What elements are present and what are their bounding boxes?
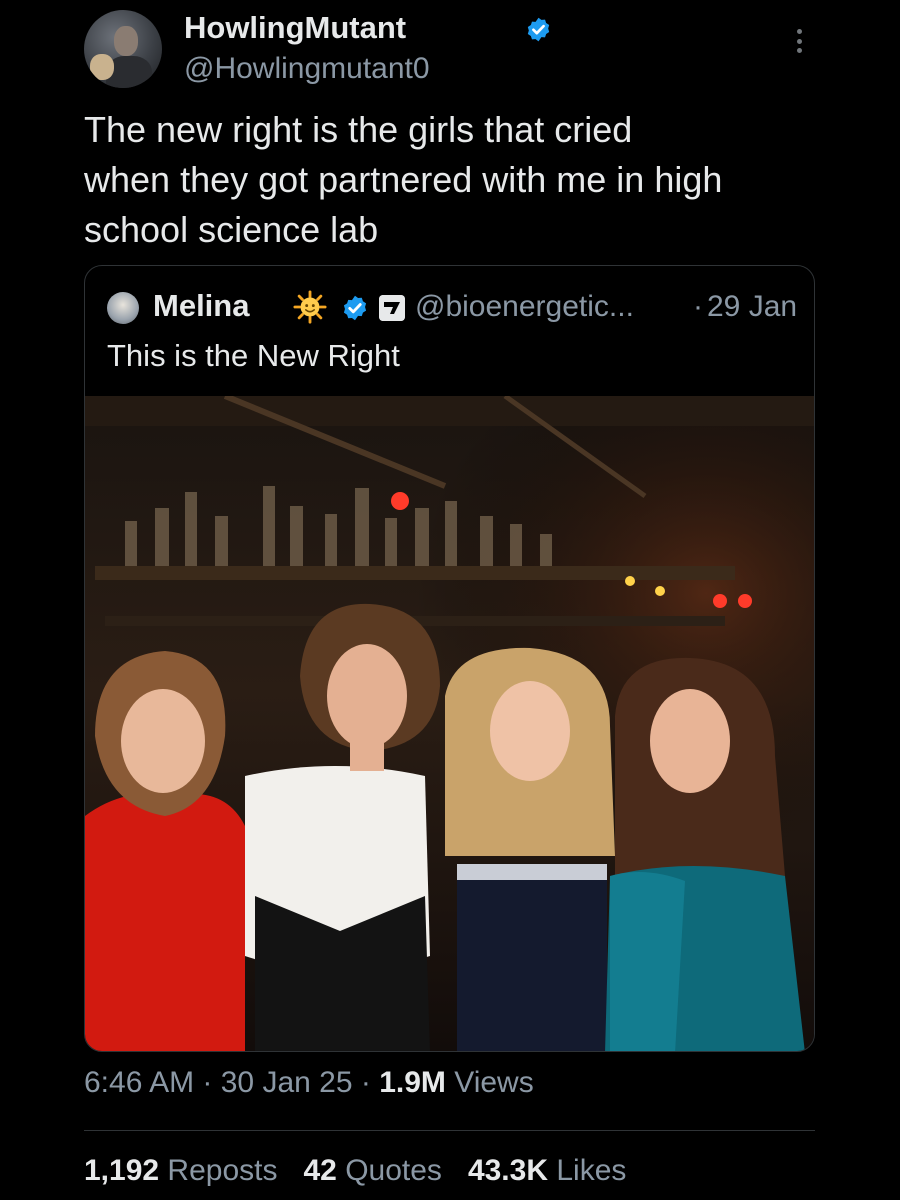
- tweet-meta: 6:46 AM · 30 Jan 25 · 1.9M Views: [84, 1066, 534, 1100]
- photo-image[interactable]: [85, 396, 815, 1052]
- quoted-author-handle[interactable]: @bioenergetic...: [415, 290, 634, 324]
- tweet-time[interactable]: 6:46 AM: [84, 1066, 194, 1099]
- more-options-icon[interactable]: [784, 26, 814, 56]
- separator-dot: ·: [693, 290, 703, 323]
- reposts-count: 1,192: [84, 1154, 160, 1187]
- verified-badge-icon: [343, 295, 367, 321]
- author-handle[interactable]: @Howlingmutant0: [184, 52, 430, 86]
- tweet-date[interactable]: 30 Jan 25: [221, 1066, 353, 1099]
- verified-badge-icon: [527, 17, 550, 42]
- quotes-stat[interactable]: 42 Quotes: [303, 1154, 441, 1188]
- tweet-text-line: when they got partnered with me in high: [84, 159, 723, 200]
- engagement-stats: 1,192 Reposts 42 Quotes 43.3K Likes: [84, 1154, 626, 1188]
- author-display-name[interactable]: HowlingMutant: [184, 10, 406, 46]
- quotes-label: Quotes: [345, 1154, 442, 1187]
- tweet-text-line: school science lab: [84, 209, 379, 250]
- views-label: Views: [445, 1066, 534, 1099]
- tweet-header: HowlingMutant @Howlingmutant0: [84, 8, 824, 88]
- sun-emoji-icon: [293, 290, 327, 324]
- quoted-author-avatar[interactable]: [107, 292, 139, 324]
- quoted-tweet-text: This is the New Right: [107, 338, 400, 373]
- likes-label: Likes: [556, 1154, 627, 1187]
- reposts-label: Reposts: [167, 1154, 278, 1187]
- separator-dot: ·: [194, 1066, 221, 1099]
- divider: [84, 1130, 815, 1131]
- quoted-tweet-date[interactable]: 29 Jan: [707, 290, 797, 324]
- tweet-text-line: The new right is the girls that cried: [84, 109, 633, 150]
- affiliation-badge-icon: [379, 295, 405, 321]
- quoted-tweet-header: Melina @bioenergetic... · 29 Jan: [107, 288, 797, 328]
- separator-dot: ·: [352, 1066, 380, 1099]
- quotes-count: 42: [303, 1154, 337, 1187]
- quoted-tweet[interactable]: Melina @bioenergetic... · 29 Jan This is…: [84, 265, 815, 1052]
- likes-stat[interactable]: 43.3K Likes: [468, 1154, 626, 1188]
- reposts-stat[interactable]: 1,192 Reposts: [84, 1154, 277, 1188]
- likes-count: 43.3K: [467, 1154, 548, 1187]
- views-count[interactable]: 1.9M: [379, 1066, 446, 1099]
- author-avatar[interactable]: [84, 10, 162, 88]
- quoted-author-display-name[interactable]: Melina: [153, 288, 249, 324]
- tweet-text: The new right is the girls that cried wh…: [84, 105, 844, 255]
